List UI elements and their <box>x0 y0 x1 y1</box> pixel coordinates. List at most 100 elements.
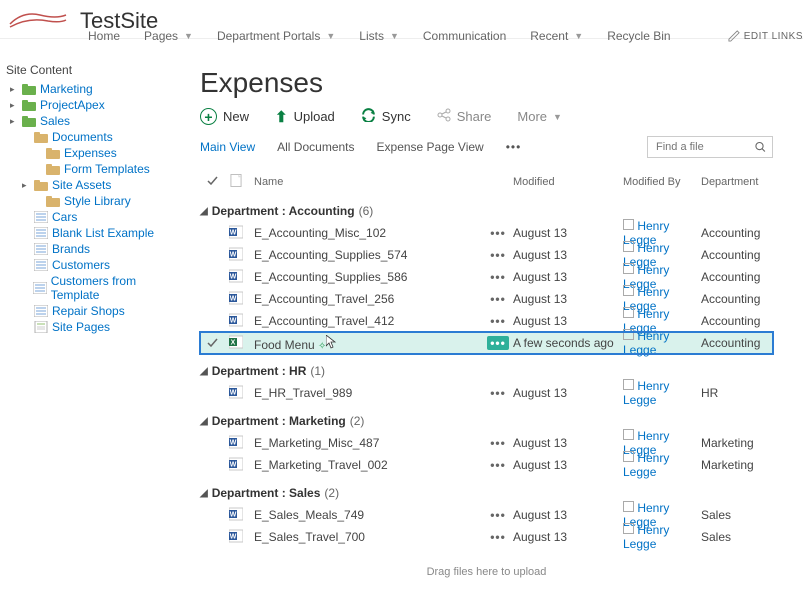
tree-label: Site Assets <box>52 178 111 192</box>
group-label: Department : Sales <box>212 486 321 500</box>
file-name[interactable]: Food Menu ✧ <box>248 335 483 352</box>
tree-item-customers-from-template[interactable]: Customers from Template <box>6 273 166 303</box>
site-logo[interactable] <box>8 9 68 33</box>
file-name[interactable]: E_Marketing_Travel_002 <box>248 458 483 472</box>
col-modified-by[interactable]: Modified By <box>623 176 701 188</box>
row-menu-button[interactable]: ••• <box>490 226 506 240</box>
edit-links-button[interactable]: EDIT LINKS <box>728 27 803 45</box>
tree-item-customers[interactable]: Customers <box>6 257 166 273</box>
tree-item-sales[interactable]: ▸Sales <box>6 113 166 129</box>
file-type-icon <box>224 529 248 546</box>
row-menu-button[interactable]: ••• <box>490 508 506 522</box>
group-count: (2) <box>324 486 339 500</box>
file-type-icon <box>224 335 248 352</box>
tree-label: Repair Shops <box>52 304 125 318</box>
col-select-all[interactable] <box>200 176 224 188</box>
file-name[interactable]: E_Accounting_Travel_256 <box>248 292 483 306</box>
search-input[interactable] <box>654 140 755 154</box>
file-name[interactable]: E_Accounting_Misc_102 <box>248 226 483 240</box>
file-name[interactable]: E_Sales_Meals_749 <box>248 508 483 522</box>
share-label: Share <box>457 109 492 124</box>
presence-icon <box>623 523 634 534</box>
tree-item-blank-list-example[interactable]: Blank List Example <box>6 225 166 241</box>
view-all-documents[interactable]: All Documents <box>277 140 354 154</box>
search-box[interactable] <box>647 136 773 158</box>
tree-item-cars[interactable]: Cars <box>6 209 166 225</box>
table-row[interactable]: E_Marketing_Travel_002 ••• August 13 Henry… <box>200 454 773 476</box>
topnav-home[interactable]: Home <box>78 27 130 45</box>
file-name[interactable]: E_Sales_Travel_700 <box>248 530 483 544</box>
department-value: Marketing <box>701 436 773 450</box>
topnav-recycle-bin[interactable]: Recycle Bin <box>597 27 680 45</box>
topnav-department-portals[interactable]: Department Portals▼ <box>207 27 345 45</box>
row-menu-button[interactable]: ••• <box>490 270 506 284</box>
sync-button[interactable]: Sync <box>361 107 411 126</box>
department-value: Sales <box>701 508 773 522</box>
tree-item-repair-shops[interactable]: Repair Shops <box>6 303 166 319</box>
dropzone[interactable]: Drag files here to upload <box>200 566 773 578</box>
tree-item-brands[interactable]: Brands <box>6 241 166 257</box>
file-name[interactable]: E_Accounting_Travel_412 <box>248 314 483 328</box>
row-menu-button[interactable]: ••• <box>490 314 506 328</box>
page-title: Expenses <box>200 67 773 99</box>
topnav-recent[interactable]: Recent▼ <box>520 27 593 45</box>
tree-item-form-templates[interactable]: Form Templates <box>6 161 166 177</box>
col-name[interactable]: Name <box>248 176 483 188</box>
file-name[interactable]: E_Accounting_Supplies_586 <box>248 270 483 284</box>
upload-button[interactable]: ⬆ Upload <box>275 108 335 126</box>
modified-date: August 13 <box>513 248 623 262</box>
tree-item-site-pages[interactable]: Site Pages <box>6 319 166 335</box>
modified-by: Henry Legge <box>623 451 701 479</box>
tree-item-style-library[interactable]: Style Library <box>6 193 166 209</box>
view-main[interactable]: Main View <box>200 140 255 154</box>
tree-item-documents[interactable]: Documents <box>6 129 166 145</box>
plus-icon: + <box>200 108 217 125</box>
file-name[interactable]: E_Accounting_Supplies_574 <box>248 248 483 262</box>
topnav-pages[interactable]: Pages▼ <box>134 27 203 45</box>
modified-date: August 13 <box>513 458 623 472</box>
row-menu-button[interactable]: ••• <box>490 292 506 306</box>
group-count: (6) <box>359 204 374 218</box>
department-value: Marketing <box>701 458 773 472</box>
expand-caret-icon[interactable]: ▸ <box>10 116 18 127</box>
file-type-icon <box>224 507 248 524</box>
check-icon <box>207 338 218 347</box>
folder-tan-icon <box>34 179 48 191</box>
table-row[interactable]: E_HR_Travel_989•••August 13 Henry LeggeH… <box>200 382 773 404</box>
row-checkbox[interactable] <box>200 336 224 350</box>
folder-green-icon <box>22 115 36 127</box>
folder-tan-icon <box>46 195 60 207</box>
row-menu-button[interactable]: ••• <box>490 530 506 544</box>
folder-green-icon <box>22 99 36 111</box>
topnav-communication[interactable]: Communication <box>413 27 516 45</box>
expand-caret-icon[interactable]: ▸ <box>22 180 30 191</box>
file-name[interactable]: E_HR_Travel_989 <box>248 386 483 400</box>
tree-item-projectapex[interactable]: ▸ProjectApex <box>6 97 166 113</box>
tree-item-marketing[interactable]: ▸Marketing <box>6 81 166 97</box>
row-menu-button[interactable]: ••• <box>490 248 506 262</box>
new-button[interactable]: + New <box>200 108 249 125</box>
row-menu-button[interactable]: ••• <box>490 386 506 400</box>
expand-caret-icon[interactable]: ▸ <box>10 84 18 95</box>
modified-date: August 13 <box>513 270 623 284</box>
row-menu-button[interactable]: ••• <box>490 436 506 450</box>
collapse-caret-icon: ◢ <box>200 488 208 499</box>
expand-caret-icon[interactable]: ▸ <box>10 100 18 111</box>
file-name[interactable]: E_Marketing_Misc_487 <box>248 436 483 450</box>
tree-label: Brands <box>52 242 90 256</box>
topnav-lists[interactable]: Lists▼ <box>349 27 409 45</box>
sidebar-heading: Site Content <box>6 63 166 77</box>
tree-item-expenses[interactable]: Expenses <box>6 145 166 161</box>
file-type-icon <box>224 457 248 474</box>
table-row[interactable]: Food Menu ✧•••A few seconds ago Henry Le… <box>200 332 773 354</box>
sync-icon <box>361 107 376 126</box>
tree-item-site-assets[interactable]: ▸ Site Assets <box>6 177 166 193</box>
more-button[interactable]: More ▼ <box>517 109 562 124</box>
share-button[interactable]: Share <box>437 108 492 125</box>
col-modified[interactable]: Modified <box>513 176 623 188</box>
view-expense-page[interactable]: Expense Page View <box>377 140 484 154</box>
view-more-button[interactable]: ••• <box>506 140 522 154</box>
row-menu-button[interactable]: ••• <box>490 458 506 472</box>
row-menu-button[interactable]: ••• <box>487 336 509 350</box>
col-department[interactable]: Department <box>701 176 773 188</box>
